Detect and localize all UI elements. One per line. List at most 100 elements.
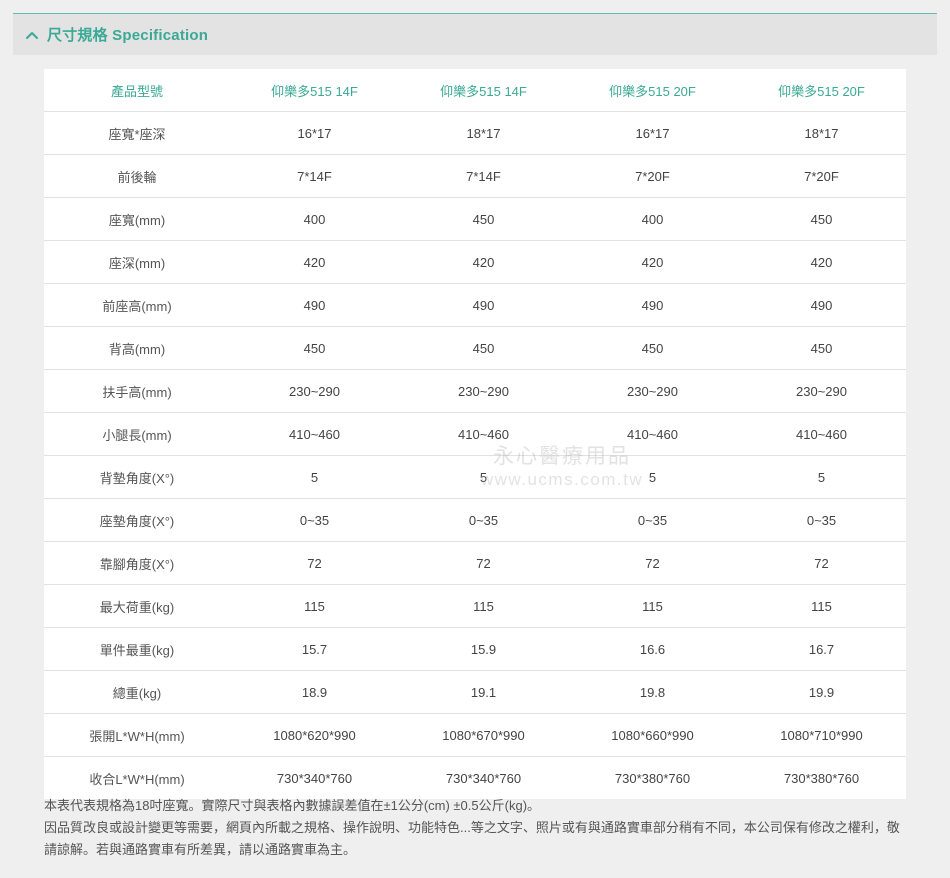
table-cell: 230~290: [230, 369, 399, 413]
table-row: 前座高(mm) 490 490 490 490: [44, 283, 906, 327]
table-cell: 7*14F: [230, 154, 399, 198]
row-label: 單件最重(kg): [44, 627, 230, 671]
table-row: 前後輪 7*14F 7*14F 7*20F 7*20F: [44, 154, 906, 198]
table-cell: 730*380*760: [614, 770, 691, 786]
table-cell: 450: [399, 326, 568, 370]
row-label: 前後輪: [44, 154, 230, 198]
column-header: 仰樂多515 20F: [737, 69, 906, 112]
table-cell: 5: [737, 455, 906, 499]
table-cell: 0~35: [568, 498, 737, 542]
table-cell: 15.9: [399, 627, 568, 671]
table-cell: 0~35: [230, 498, 399, 542]
column-header: 仰樂多515 20F: [568, 69, 737, 112]
table-cell: 490: [737, 283, 906, 327]
table-cell: 410~460: [737, 412, 906, 456]
table-cell: 450: [737, 197, 906, 241]
table-row: 座深(mm) 420 420 420 420: [44, 240, 906, 284]
table-row: 收合L*W*H(mm) 730*340*760 730*340*760 730*380…: [44, 757, 906, 800]
row-label: 最大荷重(kg): [44, 584, 230, 628]
table-cell: 72: [568, 541, 737, 585]
row-label: 座寬(mm): [44, 197, 230, 241]
column-header: 仰樂多515 14F: [399, 69, 568, 112]
table-cell: 730*340*760: [445, 770, 522, 786]
table-cell: 450: [568, 326, 737, 370]
table-cell: 420: [230, 240, 399, 284]
table-cell: 19.1: [399, 670, 568, 714]
table-cell: 115: [399, 584, 568, 628]
row-label: 座深(mm): [44, 240, 230, 284]
table-cell: 5: [568, 455, 737, 499]
table-cell: 1080*710*990: [737, 713, 906, 757]
table-cell: 450: [737, 326, 906, 370]
table-row: 背高(mm) 450 450 450 450: [44, 326, 906, 370]
table-cell: 1080*670*990: [399, 713, 568, 757]
table-cell: 420: [568, 240, 737, 284]
column-header: 仰樂多515 14F: [230, 69, 399, 112]
section-title: 尺寸規格 Specification: [47, 27, 209, 44]
table-row: 座墊角度(X°) 0~35 0~35 0~35 0~35: [44, 498, 906, 542]
table-cell: 1080*660*990: [568, 713, 737, 757]
table-cell: 7*20F: [568, 154, 737, 198]
row-label: 座寬*座深: [44, 111, 230, 155]
table-cell: 410~460: [568, 412, 737, 456]
table-cell: 410~460: [230, 412, 399, 456]
table-cell: 230~290: [737, 369, 906, 413]
table-cell: 490: [568, 283, 737, 327]
table-cell: 19.9: [737, 670, 906, 714]
chevron-up-icon[interactable]: [23, 26, 41, 44]
row-label: 小腿長(mm): [44, 412, 230, 456]
note-line: 本表代表規格為18吋座寬。實際尺寸與表格內數據誤差值在±1公分(cm) ±0.5…: [44, 798, 541, 813]
table-cell: 0~35: [399, 498, 568, 542]
spec-notes: 本表代表規格為18吋座寬。實際尺寸與表格內數據誤差值在±1公分(cm) ±0.5…: [44, 795, 906, 861]
table-cell: 16.7: [737, 627, 906, 671]
table-cell: 115: [737, 584, 906, 628]
table-row: 總重(kg) 18.9 19.1 19.8 19.9: [44, 670, 906, 714]
spec-section-toggle[interactable]: 尺寸規格 Specification: [13, 14, 937, 55]
table-cell: 420: [737, 240, 906, 284]
table-row: 靠腳角度(X°) 72 72 72 72: [44, 541, 906, 585]
row-label: 靠腳角度(X°): [44, 541, 230, 585]
table-cell: 0~35: [737, 498, 906, 542]
table-cell: 400: [230, 197, 399, 241]
table-row: 座寬(mm) 400 450 400 450: [44, 197, 906, 241]
table-cell: 19.8: [568, 670, 737, 714]
table-row: 小腿長(mm) 410~460 410~460 410~460 410~460: [44, 412, 906, 456]
spec-table-body: 座寬*座深 16*17 18*17 16*17 18*17 前後輪 7*14F 7*14F 7*…: [44, 111, 906, 800]
spec-table: 產品型號 仰樂多515 14F 仰樂多515 14F 仰樂多515 20F 仰樂…: [44, 69, 906, 799]
table-cell: 115: [568, 584, 737, 628]
table-cell: 72: [737, 541, 906, 585]
table-cell: 7*14F: [399, 154, 568, 198]
table-cell: 730*340*760: [276, 770, 353, 786]
table-header-row: 產品型號 仰樂多515 14F 仰樂多515 14F 仰樂多515 20F 仰樂…: [44, 69, 906, 112]
row-label: 張開L*W*H(mm): [44, 713, 230, 757]
table-cell: 400: [568, 197, 737, 241]
table-cell: 1080*620*990: [230, 713, 399, 757]
note-line: 因品質改良或設計變更等需要，網頁內所載之規格、操作說明、功能特色...等之文字、…: [44, 820, 900, 857]
row-label: 前座高(mm): [44, 283, 230, 327]
table-cell: 72: [230, 541, 399, 585]
table-cell: 18*17: [737, 111, 906, 155]
row-label: 背墊角度(X°): [44, 455, 230, 499]
row-label: 收合L*W*H(mm): [89, 771, 185, 787]
table-cell: 490: [230, 283, 399, 327]
table-cell: 5: [399, 455, 568, 499]
row-label: 背高(mm): [44, 326, 230, 370]
table-cell: 5: [230, 455, 399, 499]
table-cell: 16*17: [568, 111, 737, 155]
table-cell: 410~460: [399, 412, 568, 456]
table-cell: 115: [230, 584, 399, 628]
table-row: 背墊角度(X°) 5 5 5 5: [44, 455, 906, 499]
table-row: 最大荷重(kg) 115 115 115 115: [44, 584, 906, 628]
table-cell: 230~290: [568, 369, 737, 413]
table-row: 座寬*座深 16*17 18*17 16*17 18*17: [44, 111, 906, 155]
row-label: 扶手高(mm): [44, 369, 230, 413]
table-cell: 16.6: [568, 627, 737, 671]
table-row: 單件最重(kg) 15.7 15.9 16.6 16.7: [44, 627, 906, 671]
table-cell: 230~290: [399, 369, 568, 413]
table-cell: 730*380*760: [783, 770, 860, 786]
column-header: 產品型號: [44, 69, 230, 112]
table-cell: 420: [399, 240, 568, 284]
table-row: 扶手高(mm) 230~290 230~290 230~290 230~290: [44, 369, 906, 413]
table-cell: 7*20F: [737, 154, 906, 198]
table-cell: 450: [230, 326, 399, 370]
